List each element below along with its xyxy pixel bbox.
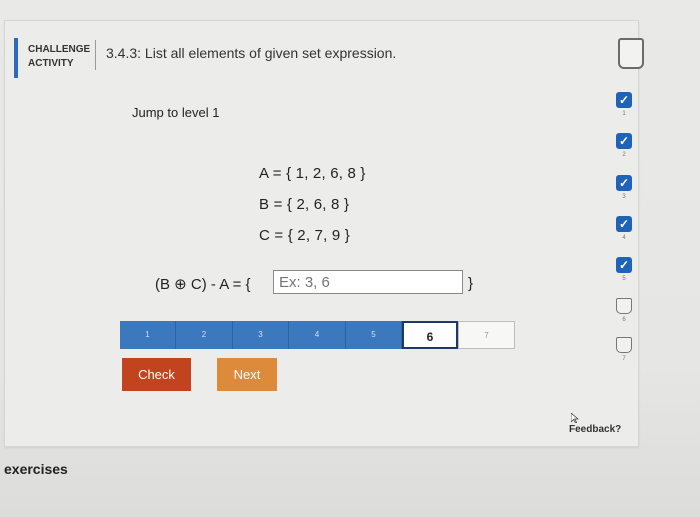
level-step-4[interactable]: 4: [289, 321, 346, 349]
set-expression: (B ⊕ C) - A = {: [155, 276, 251, 293]
check-icon: ✓: [616, 175, 632, 191]
progress-item-7: 7: [614, 337, 634, 362]
progress-item-4: ✓ 4: [614, 216, 634, 241]
challenge-activity-badge: CHALLENGE ACTIVITY: [28, 43, 90, 71]
check-icon: ✓: [616, 257, 632, 273]
progress-num-5: 5: [622, 276, 626, 282]
badge-line-1: CHALLENGE: [28, 44, 91, 55]
activity-title: 3.4.3: List all elements of given set ex…: [106, 45, 397, 61]
progress-item-2: ✓ 2: [614, 133, 634, 158]
empty-checkbox-icon: [616, 298, 632, 314]
check-icon: ✓: [616, 216, 632, 232]
check-icon: ✓: [616, 92, 632, 108]
level-step-5[interactable]: 5: [346, 321, 402, 349]
level-step-3[interactable]: 3: [233, 321, 289, 349]
exercises-label: exercises: [4, 461, 68, 477]
level-title: Jump to level 1: [132, 105, 220, 120]
level-bar: 1 2 3 4 5 6 7: [120, 321, 515, 349]
progress-item-5: ✓ 5: [614, 257, 634, 282]
progress-num-6: 6: [622, 317, 626, 323]
progress-item-3: ✓ 3: [614, 175, 634, 200]
level-step-1[interactable]: 1: [120, 321, 176, 349]
badge-line-2: ACTIVITY: [28, 58, 74, 69]
check-icon: ✓: [616, 133, 632, 149]
next-button[interactable]: Next: [217, 358, 277, 391]
accent-bar: [14, 38, 18, 78]
set-a: A = { 1, 2, 6, 8 }: [259, 165, 366, 182]
progress-num-1: 1: [622, 111, 626, 117]
level-step-6[interactable]: 6: [402, 321, 458, 349]
cursor-icon: [571, 413, 579, 423]
level-step-2[interactable]: 2: [176, 321, 233, 349]
empty-checkbox-icon: [616, 337, 632, 353]
progress-item-6: 6: [614, 298, 634, 323]
answer-input[interactable]: [273, 270, 463, 294]
feedback-link[interactable]: Feedback?: [569, 424, 621, 435]
set-c: C = { 2, 7, 9 }: [259, 227, 350, 244]
progress-item-1: ✓ 1: [614, 92, 634, 117]
header-divider: [95, 40, 96, 70]
closing-brace: }: [468, 275, 474, 292]
progress-num-7: 7: [622, 356, 626, 362]
completion-checkbox: [618, 38, 644, 69]
set-b: B = { 2, 6, 8 }: [259, 196, 350, 213]
progress-num-4: 4: [622, 235, 626, 241]
check-button[interactable]: Check: [122, 358, 191, 391]
progress-num-2: 2: [622, 152, 626, 158]
level-step-7[interactable]: 7: [458, 321, 515, 349]
progress-num-3: 3: [622, 194, 626, 200]
